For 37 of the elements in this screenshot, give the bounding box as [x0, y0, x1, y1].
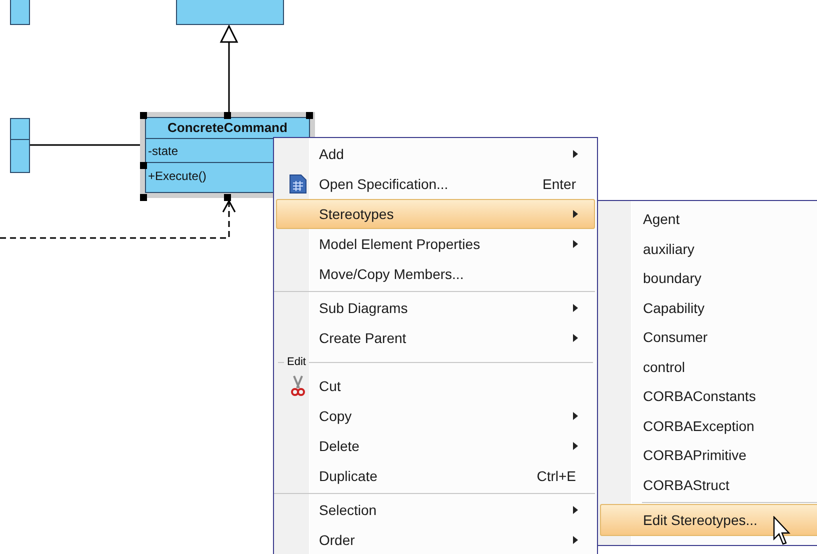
scissors-icon: [291, 375, 305, 397]
menu-item[interactable]: CORBAConstants: [600, 382, 817, 412]
menu-item[interactable]: Create Parent: [276, 323, 595, 353]
menu-item[interactable]: Delete: [276, 431, 595, 461]
resize-handle[interactable]: [224, 112, 231, 119]
operation-text: +Execute(): [148, 169, 206, 183]
menu-item[interactable]: Selection: [276, 495, 595, 525]
menu-item[interactable]: boundary: [600, 264, 817, 294]
shortcut-text: Enter: [542, 174, 576, 194]
menu-item[interactable]: Model Element Properties: [276, 229, 595, 259]
document-icon: [289, 174, 307, 194]
section-label: Edit: [287, 354, 306, 370]
menu-item[interactable]: Duplicate Ctrl+E: [276, 461, 595, 491]
resize-handle[interactable]: [306, 112, 313, 119]
menu-item[interactable]: Cut: [276, 371, 595, 401]
resize-handle[interactable]: [140, 162, 147, 169]
resize-handle[interactable]: [140, 112, 147, 119]
menu-item[interactable]: Edit Stereotypes...: [600, 504, 817, 536]
menu-item[interactable]: Sub Diagrams: [276, 293, 595, 323]
resize-handle[interactable]: [140, 194, 147, 201]
menu-item[interactable]: Stereotypes: [276, 199, 595, 229]
menu-item[interactable]: control: [600, 352, 817, 382]
menu-item[interactable]: CORBAException: [600, 412, 817, 441]
class-box: [10, 118, 30, 173]
menu-item[interactable]: Order: [276, 525, 595, 554]
menu-item[interactable]: Move/Copy Members...: [276, 259, 595, 289]
menu-item[interactable]: CORBAPrimitive: [600, 441, 817, 470]
menu-item[interactable]: Capability: [600, 294, 817, 323]
shortcut-text: Ctrl+E: [536, 466, 576, 486]
menu-item[interactable]: Agent: [600, 205, 817, 234]
menu-item[interactable]: Consumer: [600, 323, 817, 352]
menu-item[interactable]: Copy: [276, 401, 595, 431]
menu-item[interactable]: auxiliary: [600, 234, 817, 264]
class-box: [10, 0, 30, 25]
attribute-text: -state: [148, 142, 178, 160]
menu-item[interactable]: CORBAStruct: [600, 470, 817, 500]
resize-handle[interactable]: [224, 194, 231, 201]
